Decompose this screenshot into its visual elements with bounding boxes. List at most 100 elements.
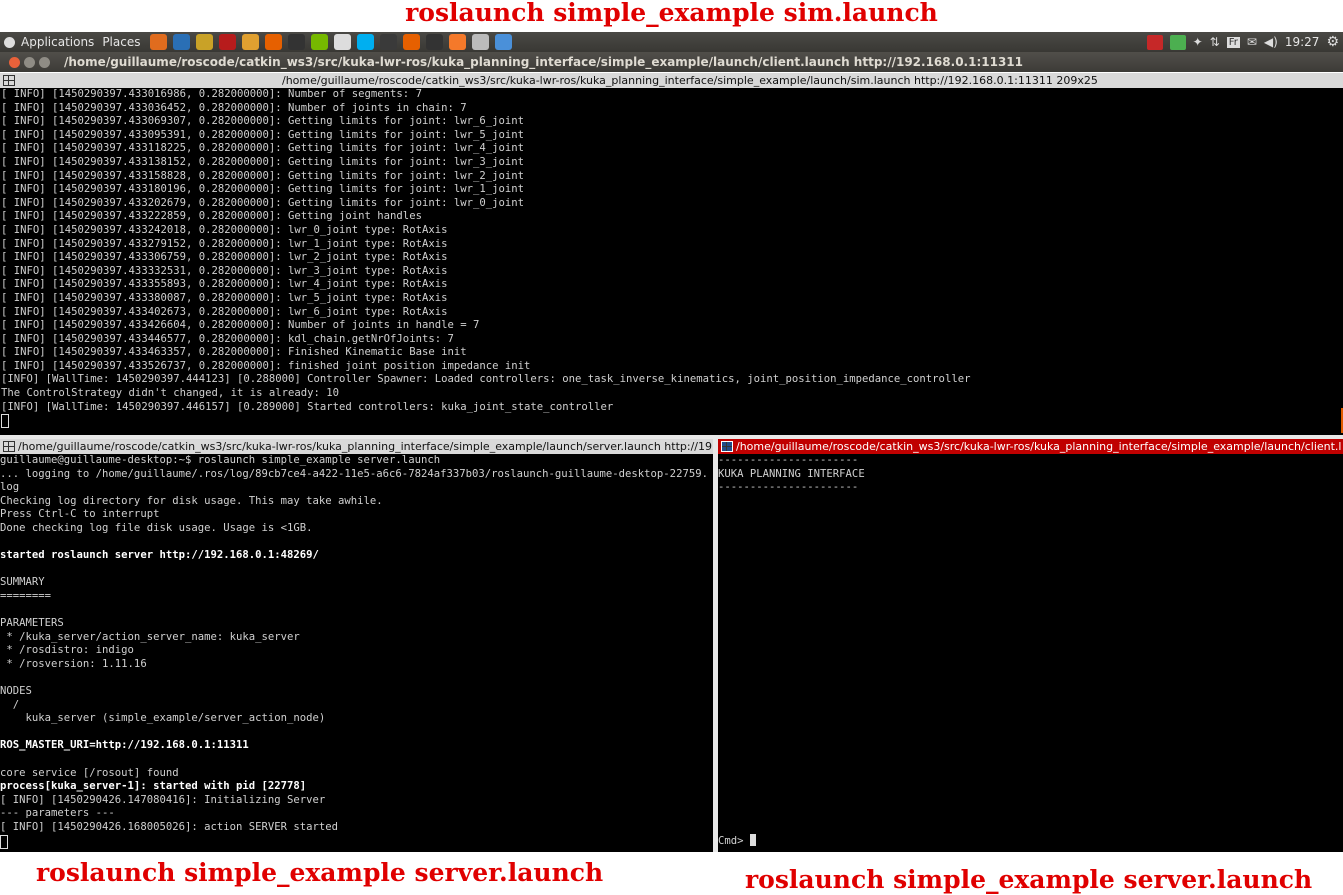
terminal-cursor — [1, 414, 9, 429]
terminal-cursor — [0, 834, 8, 849]
caption-bottom-right: roslaunch simple_example server.launch — [745, 865, 1313, 894]
terminal-line: SUMMARY — [0, 576, 45, 589]
minimize-icon[interactable] — [24, 56, 35, 68]
terminal-line: [INFO] [WallTime: 1450290397.446157] [0.… — [1, 400, 614, 413]
bottom-right-pane-titlebar[interactable]: /home/guillaume/roscode/catkin_ws3/src/k… — [718, 439, 1343, 454]
places-menu[interactable]: Places — [98, 35, 144, 49]
terminal-split-icon[interactable] — [3, 75, 15, 86]
terminal-split-icon[interactable] — [721, 441, 733, 452]
terminal-line: started roslaunch server http://192.168.… — [0, 549, 319, 562]
skype-icon[interactable] — [357, 34, 375, 50]
terminal-line: [ INFO] [1450290397.433202679, 0.2820000… — [1, 196, 524, 209]
code-icon[interactable] — [495, 34, 513, 50]
volume-icon[interactable]: ◀) — [1264, 35, 1278, 49]
dropbox-icon[interactable]: ✦ — [1193, 35, 1203, 49]
terminal-line: [ INFO] [1450290397.433426604, 0.2820000… — [1, 319, 480, 332]
terminal-line: [INFO] [WallTime: 1450290397.444123] [0.… — [1, 373, 971, 386]
terminal-line: ---------------------- — [718, 481, 859, 494]
files-icon[interactable] — [196, 34, 214, 50]
terminal-line: [ INFO] [1450290397.433463357, 0.2820000… — [1, 346, 467, 359]
terminal-line: [ INFO] [1450290397.433446577, 0.2820000… — [1, 332, 454, 345]
terminal-line: [ INFO] [1450290397.433095391, 0.2820000… — [1, 128, 524, 141]
terminal-line: [ INFO] [1450290397.433036452, 0.2820000… — [1, 101, 467, 114]
top-pane-titlebar[interactable]: /home/guillaume/roscode/catkin_ws3/src/k… — [0, 73, 1343, 88]
system-monitor-icon[interactable] — [380, 34, 398, 50]
terminal-line: * /rosversion: 1.11.16 — [0, 657, 147, 670]
bottom-left-pane-titlebar[interactable]: /home/guillaume/roscode/catkin_ws3/src/k… — [0, 439, 713, 454]
top-panel: Applications Places ✦ ⇅ Fr ✉ ◀) 19:27 ⚙ — [0, 32, 1343, 52]
terminal-line: NODES — [0, 685, 32, 698]
text-editor-icon[interactable] — [334, 34, 352, 50]
terminal-line: Done checking log file disk usage. Usage… — [0, 521, 313, 534]
terminal-line: [ INFO] [1450290397.433118225, 0.2820000… — [1, 142, 524, 155]
blender-icon[interactable] — [449, 34, 467, 50]
clock[interactable]: 19:27 — [1285, 35, 1320, 49]
nvidia-icon[interactable] — [311, 34, 329, 50]
top-pane-title: /home/guillaume/roscode/catkin_ws3/src/k… — [282, 74, 1098, 87]
terminal-line: [ INFO] [1450290397.433222859, 0.2820000… — [1, 210, 422, 223]
firefox-icon[interactable] — [265, 34, 283, 50]
terminal-split-icon[interactable] — [3, 441, 15, 452]
settings-icon[interactable] — [472, 34, 490, 50]
window-titlebar[interactable]: /home/guillaume/roscode/catkin_ws3/src/k… — [0, 52, 1343, 72]
system-tray: ✦ ⇅ Fr ✉ ◀) 19:27 ⚙ — [1146, 32, 1339, 52]
terminal-icon[interactable] — [288, 34, 306, 50]
terminal-line: / — [0, 698, 20, 711]
terminal-line: [ INFO] [1450290397.433279152, 0.2820000… — [1, 237, 448, 250]
terminal-line: ROS_MASTER_URI=http://192.168.0.1:11311 — [0, 739, 249, 752]
network-arrows-icon[interactable]: ⇅ — [1210, 35, 1220, 49]
terminal-line: guillaume@guillaume-desktop:~$ roslaunch… — [0, 454, 441, 466]
maximize-icon[interactable] — [39, 56, 50, 68]
terminal-line: [ INFO] [1450290397.433380087, 0.2820000… — [1, 291, 448, 304]
terminal-top[interactable]: [ INFO] [1450290397.433016986, 0.2820000… — [0, 88, 1343, 435]
terminal-line: --- parameters --- — [0, 807, 115, 820]
applications-menu[interactable]: Applications — [17, 35, 98, 49]
kite-icon[interactable] — [242, 34, 260, 50]
network-icon[interactable] — [173, 34, 191, 50]
terminal-output: [ INFO] [1450290397.433016986, 0.2820000… — [1, 88, 1343, 414]
terminal-line: * /rosdistro: indigo — [0, 644, 134, 657]
terminal-bottom-right[interactable]: ---------------------- KUKA PLANNING INTE… — [718, 454, 1343, 852]
terminal-line: kuka_server (simple_example/server_actio… — [0, 712, 326, 725]
close-icon[interactable] — [9, 56, 20, 68]
terminal-output: ---------------------- KUKA PLANNING INTE… — [718, 454, 1343, 495]
terminal-line: ---------------------- — [718, 454, 859, 466]
terminal-line: The ControlStrategy didn't changed, it i… — [1, 387, 340, 400]
terminal-line: [ INFO] [1450290397.433016986, 0.2820000… — [1, 88, 422, 100]
gear-icon[interactable]: ⚙ — [1326, 34, 1339, 50]
terminal-bottom-left[interactable]: guillaume@guillaume-desktop:~$ roslaunch… — [0, 454, 713, 852]
firefox-icon[interactable] — [403, 34, 421, 50]
bottom-right-pane-title: /home/guillaume/roscode/catkin_ws3/src/k… — [736, 440, 1342, 453]
terminal-line: [ INFO] [1450290397.433402673, 0.2820000… — [1, 305, 448, 318]
keyboard-layout[interactable]: Fr — [1226, 36, 1240, 48]
caption-bottom-left: roslaunch simple_example server.launch — [36, 858, 604, 887]
terminal-line: log — [0, 481, 20, 494]
terminal-line: [ INFO] [1450290397.433242018, 0.2820000… — [1, 223, 448, 236]
terminal-line: [ INFO] [1450290397.433158828, 0.2820000… — [1, 169, 524, 182]
terminal-line: [ INFO] [1450290397.433180196, 0.2820000… — [1, 183, 524, 196]
terminal-red-icon[interactable] — [219, 34, 237, 50]
terminal-line: PARAMETERS — [0, 617, 64, 630]
terminal-line: core service [/rosout] found — [0, 766, 179, 779]
check-icon[interactable] — [1169, 34, 1186, 50]
mail-icon[interactable]: ✉ — [1247, 35, 1257, 49]
terminal-line: process[kuka_server-1]: started with pid… — [0, 780, 307, 793]
terminal-line: [ INFO] [1450290426.147080416]: Initiali… — [0, 793, 326, 806]
terminal-line: ... logging to /home/guillaume/.ros/log/… — [0, 467, 708, 480]
terminal-line: [ INFO] [1450290397.433332531, 0.2820000… — [1, 264, 448, 277]
terminal-output: guillaume@guillaume-desktop:~$ roslaunch… — [0, 454, 713, 835]
window-title: /home/guillaume/roscode/catkin_ws3/src/k… — [64, 55, 1023, 69]
terminal-line: Press Ctrl-C to interrupt — [0, 508, 160, 521]
terminal-line: ======== — [0, 589, 52, 602]
terminal-line: Checking log directory for disk usage. T… — [0, 494, 383, 507]
caption-top: roslaunch simple_example sim.launch — [405, 0, 938, 27]
terminal-line: [ INFO] [1450290397.433306759, 0.2820000… — [1, 251, 448, 264]
terminal-line: [ INFO] [1450290397.433355893, 0.2820000… — [1, 278, 448, 291]
folder-icon[interactable] — [150, 34, 168, 50]
terminal-icon[interactable] — [426, 34, 444, 50]
filezilla-icon[interactable] — [1146, 34, 1163, 50]
